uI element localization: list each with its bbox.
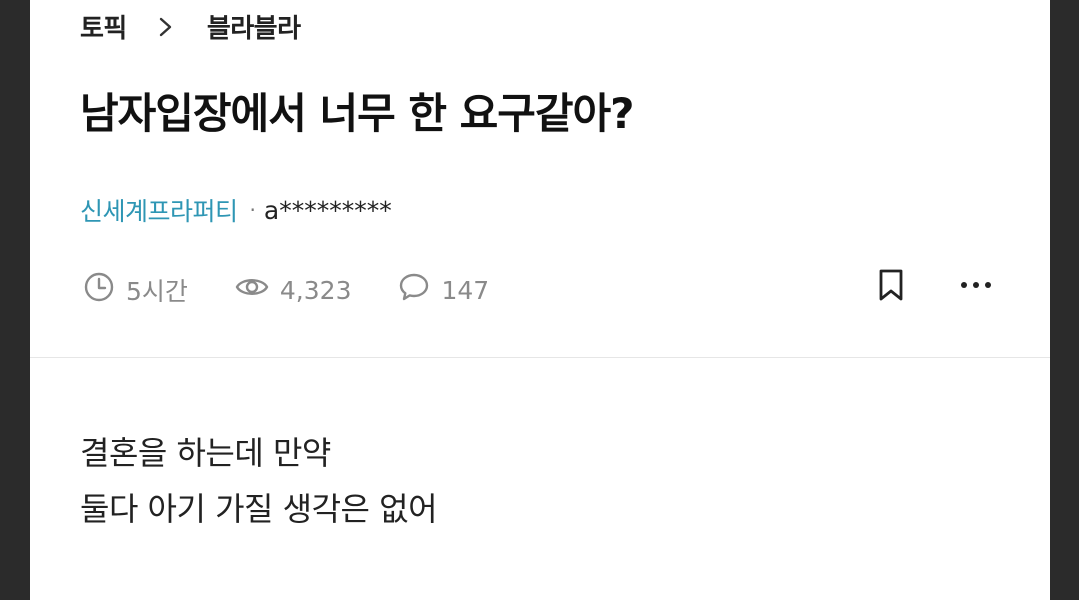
author-company[interactable]: 신세계프라퍼티 (80, 192, 238, 228)
post-actions (876, 268, 992, 302)
eye-icon (234, 270, 280, 310)
breadcrumb-topic-link[interactable]: 토픽 (80, 8, 127, 45)
breadcrumb: 토픽 블라블라 (80, 8, 301, 45)
chevron-right-icon (155, 12, 177, 42)
clock-icon (82, 270, 126, 310)
more-options-button[interactable] (960, 279, 992, 291)
comments-stat[interactable]: 147 (397, 270, 489, 310)
post-meta: 5시간 4,323 147 (82, 270, 535, 310)
author-separator: · (249, 198, 256, 222)
post-title: 남자입장에서 너무 한 요구같아? (80, 89, 635, 138)
comments-count: 147 (441, 275, 490, 305)
time-stat: 5시간 (82, 270, 188, 310)
breadcrumb-board-link[interactable]: 블라블라 (207, 8, 301, 45)
post-body: 결혼을 하는데 만약 둘다 아기 가질 생각은 없어 (80, 425, 438, 537)
time-ago-text: 5시간 (126, 277, 188, 306)
post-card: 토픽 블라블라 남자입장에서 너무 한 요구같아? 신세계프라퍼티 · a***… (30, 0, 1050, 600)
post-body-line: 둘다 아기 가질 생각은 없어 (80, 490, 438, 528)
comment-icon (397, 270, 441, 310)
post-body-line: 결혼을 하는데 만약 (80, 434, 331, 472)
bookmark-icon (879, 269, 903, 301)
author-nickname: a********* (263, 195, 392, 225)
header-divider (30, 357, 1050, 358)
views-count: 4,323 (279, 275, 352, 305)
bookmark-button[interactable] (876, 268, 906, 302)
more-horizontal-icon (961, 282, 991, 288)
views-stat: 4,323 (234, 270, 352, 310)
author-line: 신세계프라퍼티 · a********* (80, 192, 392, 228)
